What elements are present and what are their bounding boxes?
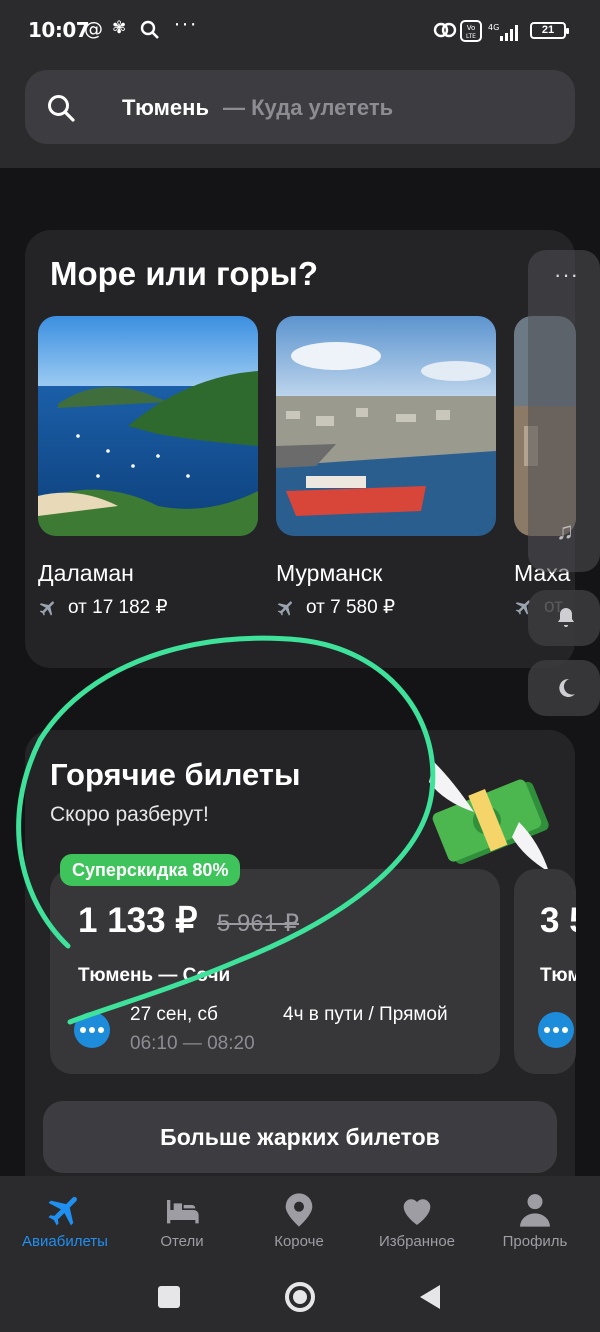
- svg-text:Vo: Vo: [467, 24, 476, 32]
- signal-icon: 4G: [488, 23, 518, 41]
- destination-image: [38, 316, 258, 536]
- battery-level: 21: [541, 24, 555, 36]
- system-navigation-bar: [0, 1260, 600, 1332]
- status-time: 10:07: [28, 18, 90, 42]
- destination-image: [276, 316, 496, 536]
- search-icon: [48, 95, 75, 122]
- plane-icon: [48, 1196, 77, 1226]
- ticket-old-price: 5 961 ₽: [217, 910, 299, 937]
- moon-icon: [559, 678, 575, 697]
- volte-icon: VoLTE: [460, 20, 482, 42]
- heart-icon: [403, 1199, 431, 1225]
- hot-ticket-card-partial[interactable]: 3 5 Тюм: [514, 869, 576, 1074]
- airline-logo-icon: [538, 1012, 574, 1048]
- status-bar: 10:07 @ ✾ ··· Vo LTE 4G 21: [0, 0, 600, 62]
- floating-side-panel[interactable]: ··· ♫: [528, 250, 600, 572]
- recents-button[interactable]: [158, 1286, 180, 1308]
- app-notification-icon: ✾: [112, 18, 127, 38]
- section-title-sea: Море или горы?: [50, 255, 318, 292]
- search-notification-icon: [140, 20, 159, 39]
- nav-label: Авиабилеты: [22, 1233, 108, 1250]
- nav-label: Короче: [274, 1233, 324, 1250]
- nav-item-hotels[interactable]: Отели: [122, 1176, 242, 1260]
- bed-icon: [167, 1200, 199, 1224]
- hotspot-icon: [433, 22, 457, 38]
- more-hot-tickets-button[interactable]: Больше жарких билетов: [43, 1101, 557, 1173]
- svg-text:LTE: LTE: [466, 33, 476, 40]
- section-subtitle-hot: Скоро разберут!: [50, 803, 209, 826]
- destination-name: Даламан: [38, 560, 134, 586]
- nav-item-flights[interactable]: Авиабилеты: [5, 1176, 125, 1260]
- at-icon: @: [84, 18, 103, 40]
- bell-button[interactable]: [528, 590, 600, 646]
- nav-item-profile[interactable]: Профиль: [475, 1176, 595, 1260]
- hot-ticket-card[interactable]: 1 133 ₽ 5 961 ₽ Тюмень — Сочи 27 сен, сб…: [50, 869, 500, 1074]
- nav-label: Отели: [160, 1233, 204, 1250]
- discount-badge: Суперскидка 80%: [60, 854, 241, 886]
- destination-name: Мурманск: [276, 560, 383, 586]
- battery-icon: 21: [530, 22, 569, 39]
- destination-price-text: от 7 580 ₽: [306, 597, 396, 618]
- plane-icon: [277, 600, 292, 616]
- bottom-navigation: Авиабилеты Отели Короче Избранное Профил…: [0, 1176, 600, 1260]
- money-wings-icon: [429, 762, 549, 872]
- person-icon: [520, 1194, 550, 1227]
- section-title-hot: Горячие билеты: [50, 757, 301, 792]
- plane-icon: [39, 600, 54, 616]
- svg-text:4G: 4G: [488, 23, 499, 32]
- nav-item-favorites[interactable]: Избранное: [357, 1176, 477, 1260]
- destination-price: от 7 580 ₽: [276, 596, 395, 619]
- home-button[interactable]: [285, 1282, 315, 1312]
- ticket-price: 1 133 ₽: [78, 901, 198, 940]
- ticket-date: 27 сен, сб: [130, 1004, 218, 1025]
- ticket-route: Тюмень — Сочи: [78, 965, 231, 986]
- search-bar[interactable]: Тюмень — Куда улететь: [25, 70, 575, 144]
- ticket-time: 06:10 — 08:20: [130, 1033, 255, 1054]
- music-icon[interactable]: ♫: [556, 518, 574, 546]
- header: Тюмень — Куда улететь: [0, 62, 600, 168]
- nav-label: Избранное: [378, 1233, 456, 1250]
- ticket-price: 3 5: [540, 901, 576, 940]
- night-mode-button[interactable]: [528, 660, 600, 716]
- destination-price-text: от 17 182 ₽: [68, 597, 168, 618]
- more-notifications-icon: ···: [174, 14, 199, 36]
- destination-card-murmansk[interactable]: Мурманск от 7 580 ₽: [276, 316, 496, 618]
- ticket-duration: 4ч в пути / Прямой: [283, 1004, 448, 1025]
- pin-icon: [285, 1193, 313, 1227]
- airline-logo-icon: [74, 1012, 110, 1048]
- destination-card-dalaman[interactable]: Даламан от 17 182 ₽: [38, 316, 258, 618]
- back-button[interactable]: [418, 1284, 442, 1310]
- destination-price: от 17 182 ₽: [38, 596, 168, 619]
- bell-icon: [558, 608, 574, 627]
- nav-label: Профиль: [502, 1233, 568, 1250]
- ticket-route: Тюм: [540, 965, 576, 986]
- nav-item-short[interactable]: Короче: [239, 1176, 359, 1260]
- search-origin: Тюмень: [122, 95, 209, 120]
- search-destination-placeholder: — Куда улететь: [223, 95, 394, 120]
- panel-more-icon[interactable]: ···: [554, 262, 579, 288]
